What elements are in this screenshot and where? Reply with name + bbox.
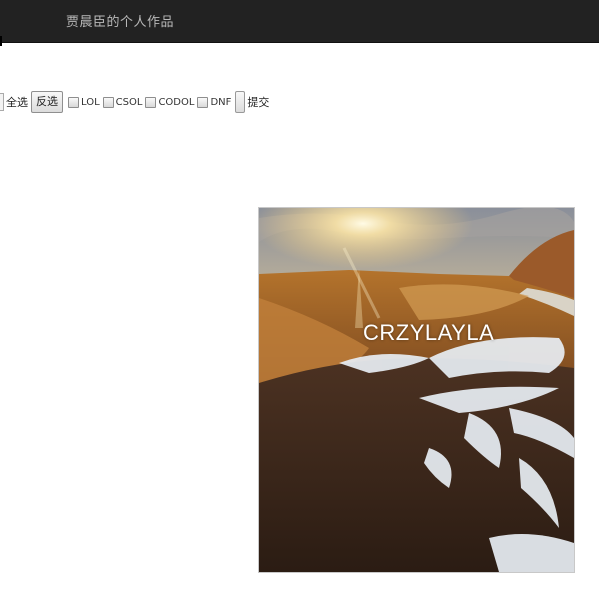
landscape-photo-graphic — [259, 208, 574, 572]
game-selection-form: 全选 反选 LOL CSOL CODOL DNF 提交 — [0, 89, 270, 115]
option-label-dnf: DNF — [210, 96, 232, 108]
option-label-lol: LOL — [81, 96, 100, 108]
select-all-label[interactable]: 全选 — [6, 94, 28, 110]
invert-selection-button[interactable]: 反选 — [31, 91, 63, 113]
site-title[interactable]: 贾晨臣的个人作品 — [66, 11, 174, 30]
submit-label[interactable]: 提交 — [247, 94, 269, 110]
select-all-checkbox-stub[interactable] — [0, 93, 4, 111]
landscape-photo — [258, 207, 575, 573]
option-checkbox-dnf[interactable] — [197, 96, 209, 108]
option-checkbox-csol[interactable] — [102, 96, 114, 108]
navbar-edge-marker — [0, 36, 2, 46]
option-checkbox-lol[interactable] — [68, 96, 79, 108]
option-label-csol: CSOL — [115, 96, 143, 108]
option-checkbox-codol[interactable] — [145, 96, 157, 108]
option-label-codol: CODOL — [158, 96, 195, 108]
photo-caption: CRZYLAYLA — [363, 320, 495, 345]
top-navbar: 贾晨臣的个人作品 — [0, 0, 599, 46]
submit-button[interactable] — [235, 91, 246, 113]
